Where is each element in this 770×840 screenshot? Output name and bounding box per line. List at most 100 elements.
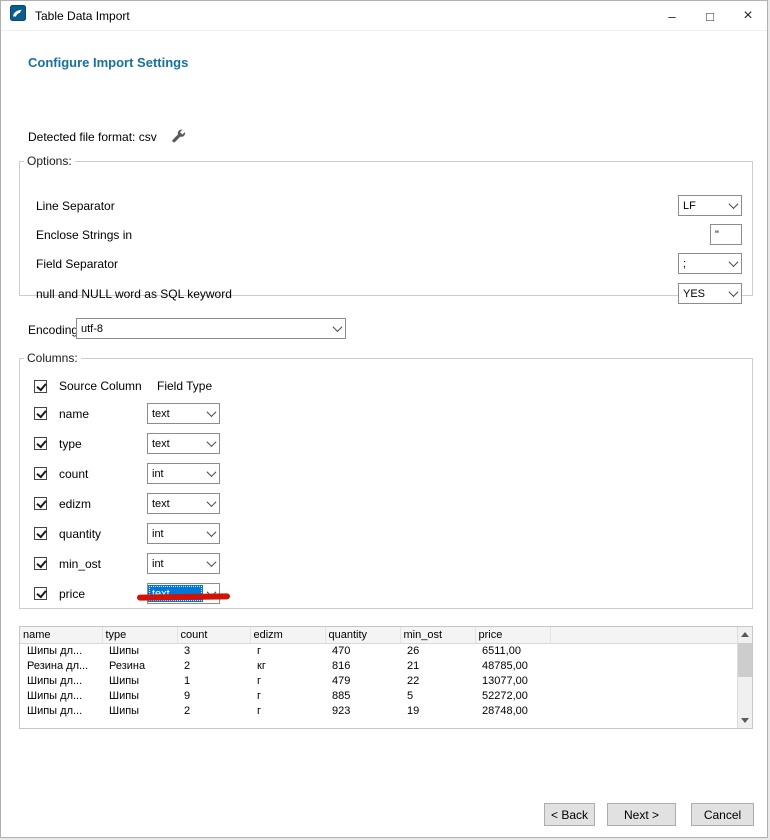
window-controls: – □ × — [653, 1, 767, 31]
cell: 13077,00 — [475, 673, 550, 688]
next-button[interactable]: Next > — [607, 803, 676, 826]
cell: 479 — [325, 673, 400, 688]
back-button[interactable]: < Back — [544, 803, 595, 826]
cell: 885 — [325, 688, 400, 703]
cell: г — [250, 673, 325, 688]
select-all-checkbox[interactable] — [34, 380, 47, 393]
scroll-down-button[interactable] — [738, 713, 752, 728]
field-separator-label: Field Separator — [36, 257, 118, 271]
preview-row[interactable]: Шипы дл... Шипы 2 г 923 19 28748,00 — [20, 703, 737, 718]
scroll-up-button[interactable] — [738, 627, 752, 642]
titlebar: Table Data Import – □ × — [1, 1, 767, 31]
column-name: price — [59, 587, 85, 601]
field-type-select-min-ost[interactable]: int — [147, 553, 220, 574]
column-row-min-ost: min_ost int — [34, 553, 101, 574]
column-name: quantity — [59, 527, 101, 541]
chevron-down-icon — [203, 404, 219, 423]
preview-header-row: name type count edizm quantity min_ost p… — [20, 627, 737, 643]
vertical-scrollbar[interactable] — [737, 627, 752, 728]
wrench-icon[interactable] — [171, 129, 186, 144]
col-header-edizm[interactable]: edizm — [250, 627, 325, 643]
preview-row[interactable]: Шипы дл... Шипы 1 г 479 22 13077,00 — [20, 673, 737, 688]
column-name: type — [59, 437, 82, 451]
column-name: min_ost — [59, 557, 101, 571]
cell: 5 — [400, 688, 475, 703]
preview-row[interactable]: Резина дл... Резина 2 кг 816 21 48785,00 — [20, 658, 737, 673]
col-header-name[interactable]: name — [20, 627, 102, 643]
detected-format-label: Detected file format: csv — [28, 130, 157, 144]
field-separator-select[interactable]: ; — [678, 253, 742, 274]
app-icon — [10, 5, 26, 26]
cell: 2 — [177, 703, 250, 718]
column-checkbox-quantity[interactable] — [34, 527, 47, 540]
cell: 6511,00 — [475, 643, 550, 658]
null-keyword-select[interactable]: YES — [678, 283, 742, 304]
triangle-up-icon — [741, 632, 749, 637]
window-title: Table Data Import — [35, 9, 130, 23]
column-checkbox-type[interactable] — [34, 437, 47, 450]
preview-grid: name type count edizm quantity min_ost p… — [20, 627, 737, 718]
chevron-down-icon — [203, 524, 219, 543]
options-group: Options: Line Separator LF Enclose Strin… — [19, 154, 753, 296]
scroll-thumb[interactable] — [738, 643, 752, 677]
enclose-strings-input[interactable] — [710, 224, 742, 245]
column-checkbox-edizm[interactable] — [34, 497, 47, 510]
minimize-button[interactable]: – — [653, 1, 691, 31]
preview-row[interactable]: Шипы дл... Шипы 9 г 885 5 52272,00 — [20, 688, 737, 703]
cell: г — [250, 643, 325, 658]
field-type-value: int — [148, 525, 203, 542]
line-separator-value: LF — [679, 197, 725, 214]
column-checkbox-price[interactable] — [34, 587, 47, 600]
col-header-count[interactable]: count — [177, 627, 250, 643]
chevron-down-icon — [725, 284, 741, 303]
line-separator-select[interactable]: LF — [678, 195, 742, 216]
preview-row[interactable]: Шипы дл... Шипы 3 г 470 26 6511,00 — [20, 643, 737, 658]
column-checkbox-min-ost[interactable] — [34, 557, 47, 570]
cell: Шипы — [102, 703, 177, 718]
encoding-select[interactable]: utf-8 — [76, 318, 346, 339]
field-type-value: text — [148, 495, 203, 512]
col-header-price[interactable]: price — [475, 627, 550, 643]
column-row-type: type text — [34, 433, 82, 454]
cell-filler — [550, 688, 737, 703]
options-group-label: Options: — [24, 154, 75, 168]
chevron-down-icon — [203, 464, 219, 483]
column-name: edizm — [59, 497, 91, 511]
col-header-quantity[interactable]: quantity — [325, 627, 400, 643]
field-type-select-quantity[interactable]: int — [147, 523, 220, 544]
cell: Шипы дл... — [20, 688, 102, 703]
col-header-min-ost[interactable]: min_ost — [400, 627, 475, 643]
table-data-import-window: Table Data Import – □ × Configure Import… — [0, 0, 768, 838]
source-column-header: Source Column — [59, 379, 142, 393]
cell: 26 — [400, 643, 475, 658]
option-row-field-separator: Field Separator ; — [36, 253, 742, 274]
chevron-down-icon — [329, 319, 345, 338]
cancel-button[interactable]: Cancel — [691, 803, 754, 826]
cell: Шипы — [102, 688, 177, 703]
columns-group: Columns: Source Column Field Type name t… — [19, 351, 753, 609]
close-button[interactable]: × — [729, 1, 767, 31]
cell: 923 — [325, 703, 400, 718]
cell: г — [250, 688, 325, 703]
cell: Резина — [102, 658, 177, 673]
chevron-down-icon — [203, 494, 219, 513]
field-type-select-type[interactable]: text — [147, 433, 220, 454]
cell: 9 — [177, 688, 250, 703]
column-checkbox-count[interactable] — [34, 467, 47, 480]
column-name: count — [59, 467, 88, 481]
option-row-line-separator: Line Separator LF — [36, 195, 742, 216]
field-type-select-name[interactable]: text — [147, 403, 220, 424]
column-checkbox-name[interactable] — [34, 407, 47, 420]
maximize-button[interactable]: □ — [691, 1, 729, 31]
null-keyword-value: YES — [679, 285, 725, 302]
cell-filler — [550, 673, 737, 688]
col-header-type[interactable]: type — [102, 627, 177, 643]
cell-filler — [550, 643, 737, 658]
field-type-select-count[interactable]: int — [147, 463, 220, 484]
cell: 3 — [177, 643, 250, 658]
line-separator-label: Line Separator — [36, 199, 115, 213]
field-type-select-edizm[interactable]: text — [147, 493, 220, 514]
column-row-edizm: edizm text — [34, 493, 91, 514]
chevron-down-icon — [725, 254, 741, 273]
cell: кг — [250, 658, 325, 673]
